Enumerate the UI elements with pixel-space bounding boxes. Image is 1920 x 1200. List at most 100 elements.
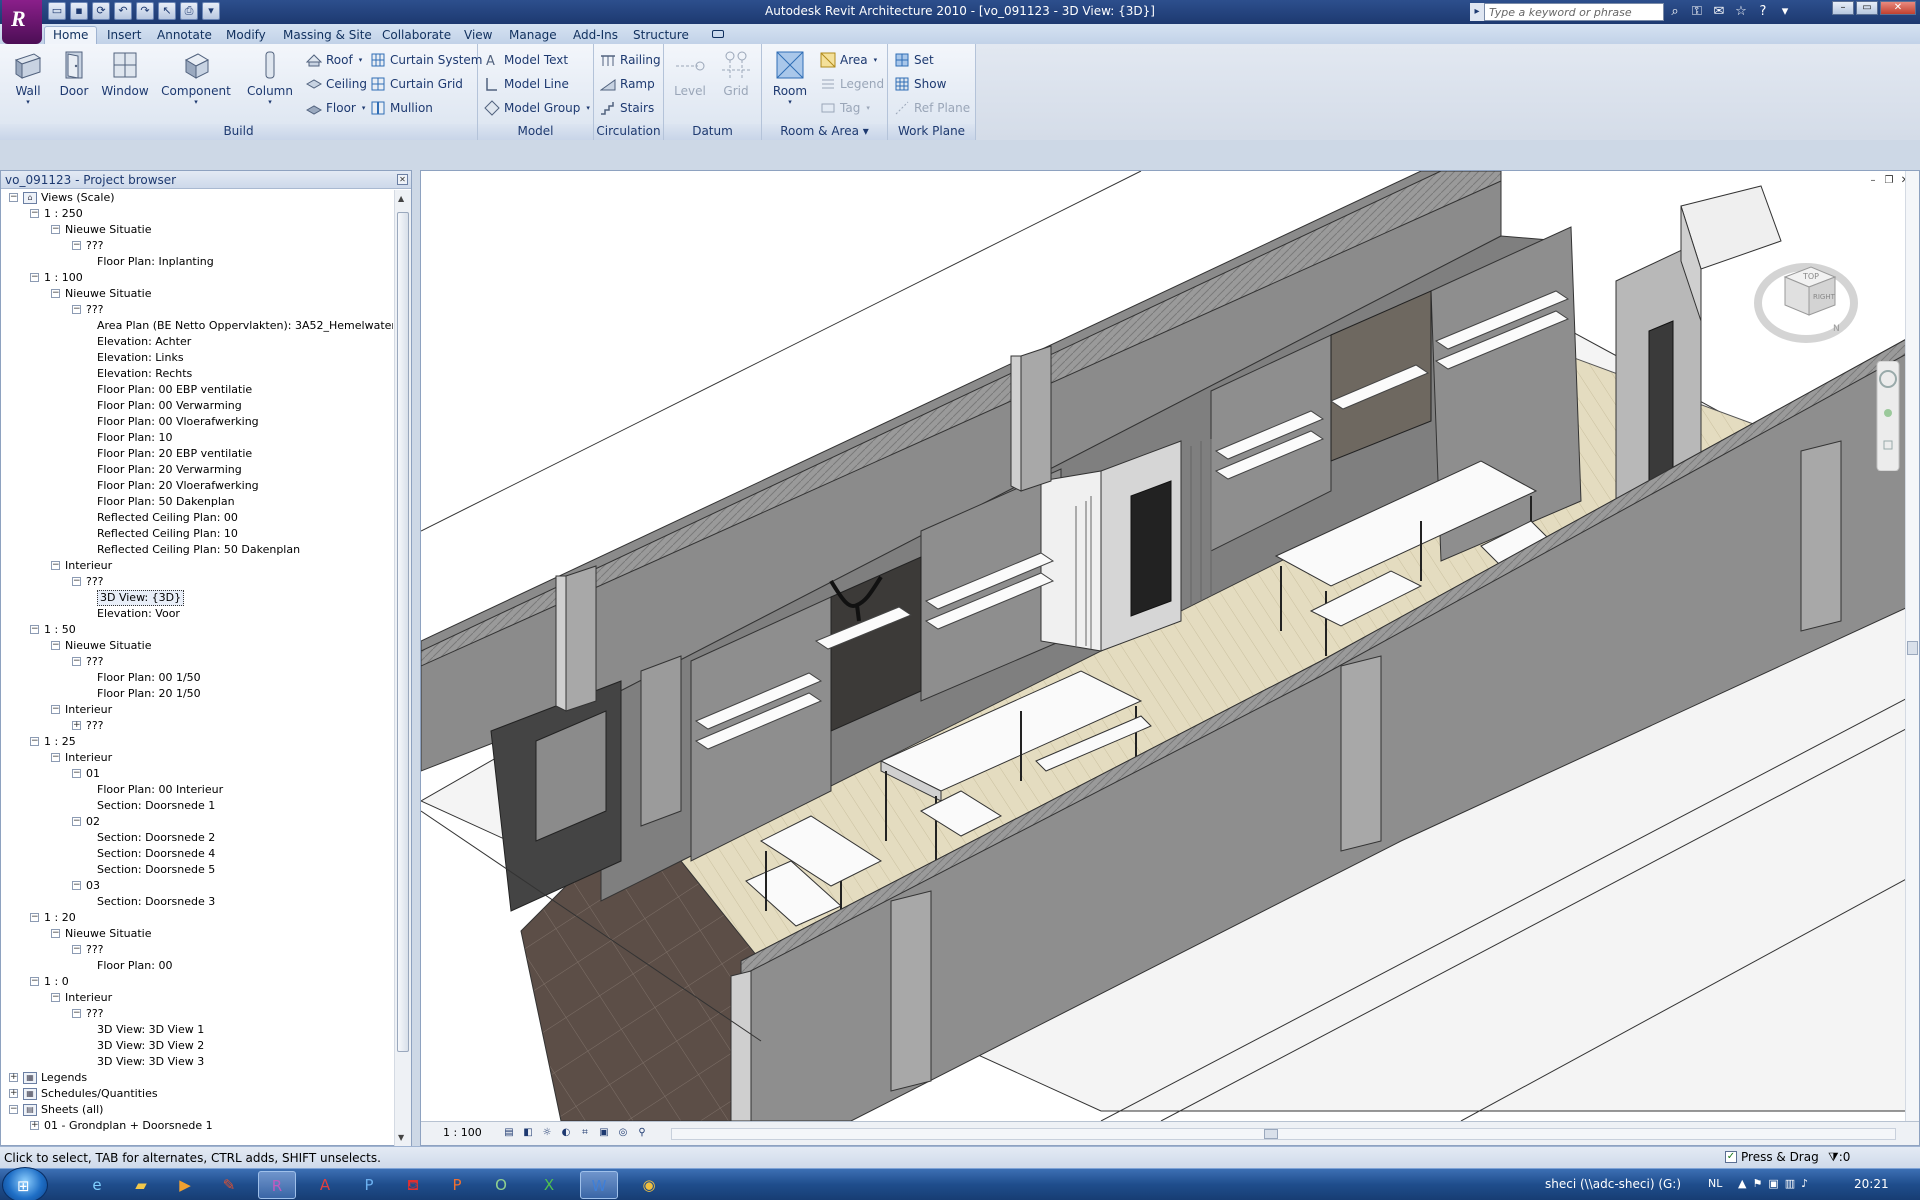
scrollbar-thumb[interactable] <box>1907 641 1918 655</box>
tab-manage[interactable]: Manage <box>509 26 557 44</box>
wall-button[interactable]: Wall ▾ <box>4 48 52 118</box>
browser-view-item[interactable]: Reflected Ceiling Plan: 10 <box>97 526 238 542</box>
help-icon[interactable]: ? <box>1754 3 1772 21</box>
browser-view-item[interactable]: Elevation: Achter <box>97 334 191 350</box>
browser-view-item[interactable]: Floor Plan: 20 EBP ventilatie <box>97 446 252 462</box>
expand-icon[interactable]: + <box>9 1089 18 1098</box>
browser-tree-node[interactable]: Interieur <box>65 558 112 574</box>
browser-view-item[interactable]: Elevation: Links <box>97 350 184 366</box>
tag-button[interactable]: Tag ▾ <box>820 98 870 118</box>
maximize-icon[interactable]: ▭ <box>1856 1 1878 15</box>
collapse-icon[interactable]: − <box>51 225 60 234</box>
security-icon[interactable]: ▣ <box>1768 1177 1778 1190</box>
area-button[interactable]: Area ▾ <box>820 50 877 70</box>
collapse-icon[interactable]: − <box>72 817 81 826</box>
expand-icon[interactable]: + <box>9 1073 18 1082</box>
tab-insert[interactable]: Insert <box>107 26 141 44</box>
browser-tree-node[interactable]: 01 - Grondplan + Doorsnede 1 <box>44 1118 213 1134</box>
browser-tree-node[interactable]: 02 <box>86 814 100 830</box>
model-text-button[interactable]: A Model Text <box>484 50 568 70</box>
browser-tree-node[interactable]: Nieuwe Situatie <box>65 926 152 942</box>
collapse-icon[interactable]: − <box>30 737 39 746</box>
model-line-button[interactable]: Model Line <box>484 74 569 94</box>
browser-view-item[interactable]: Elevation: Voor <box>97 606 180 622</box>
show-button[interactable]: Show <box>894 74 946 94</box>
binoculars-icon[interactable]: ⌕ <box>1666 3 1684 21</box>
detail-level-icon[interactable]: ▤ <box>501 1126 517 1140</box>
browser-view-item[interactable]: Floor Plan: 50 Dakenplan <box>97 494 235 510</box>
zoom-icon[interactable] <box>1884 409 1892 417</box>
collapse-icon[interactable]: − <box>72 881 81 890</box>
collapse-icon[interactable]: − <box>51 561 60 570</box>
grid-button[interactable]: Grid <box>712 48 760 118</box>
browser-tree-node[interactable]: 1 : 50 <box>44 622 76 638</box>
collapse-icon[interactable]: − <box>51 993 60 1002</box>
legend-button[interactable]: Legend <box>820 74 884 94</box>
collapse-icon[interactable]: − <box>72 241 81 250</box>
scroll-down-icon[interactable]: ▼ <box>398 1133 404 1142</box>
collapse-icon[interactable]: − <box>72 657 81 666</box>
window-button[interactable]: Window <box>100 48 150 118</box>
collapse-icon[interactable]: − <box>51 705 60 714</box>
browser-view-item[interactable]: Floor Plan: 00 1/50 <box>97 670 201 686</box>
browser-tree-node[interactable]: Interieur <box>65 990 112 1006</box>
collapse-icon[interactable]: − <box>72 305 81 314</box>
paint-icon[interactable]: ✎ <box>210 1171 248 1199</box>
door-button[interactable]: Door <box>50 48 98 118</box>
stairs-button[interactable]: Stairs <box>600 98 654 118</box>
crop-view-icon[interactable]: ⌗ <box>577 1126 593 1140</box>
media-player-icon[interactable]: ▶ <box>166 1171 204 1199</box>
browser-tree-node[interactable]: Legends <box>41 1070 87 1086</box>
browser-view-item[interactable]: Floor Plan: 00 Verwarming <box>97 398 242 414</box>
browser-view-item[interactable]: Section: Doorsnede 3 <box>97 894 215 910</box>
tab-annotate[interactable]: Annotate <box>157 26 212 44</box>
browser-view-item[interactable]: Floor Plan: Inplanting <box>97 254 214 270</box>
language-indicator[interactable]: NL <box>1708 1177 1722 1190</box>
scrollbar-thumb[interactable] <box>397 212 409 1052</box>
help-dropdown-icon[interactable]: ▾ <box>1776 3 1794 21</box>
browser-tree-node[interactable]: ??? <box>86 1006 104 1022</box>
roof-button[interactable]: Roof ▾ <box>305 50 362 70</box>
collapse-icon[interactable]: − <box>72 1009 81 1018</box>
pdf-icon[interactable]: ⛾ <box>394 1171 432 1199</box>
search-dropdown-icon[interactable]: ▸ <box>1470 3 1484 21</box>
browser-view-item[interactable]: Area Plan (BE Netto Oppervlakten): 3A52_… <box>97 318 393 334</box>
browser-tree-node[interactable]: 1 : 250 <box>44 206 83 222</box>
collapse-icon[interactable]: − <box>51 929 60 938</box>
level-button[interactable]: Level <box>666 48 714 118</box>
collapse-icon[interactable]: − <box>51 753 60 762</box>
tab-view[interactable]: View <box>464 26 492 44</box>
browser-view-item[interactable]: Elevation: Rechts <box>97 366 192 382</box>
minimize-ribbon-icon[interactable] <box>712 30 724 38</box>
view-vertical-scrollbar[interactable] <box>1905 171 1919 1121</box>
filter-selection[interactable]: ⧩:0 <box>1828 1150 1850 1165</box>
browser-view-item[interactable]: Floor Plan: 20 Verwarming <box>97 462 242 478</box>
show-hidden-icons-icon[interactable]: ▲ <box>1738 1177 1746 1190</box>
browser-view-item[interactable]: Floor Plan: 00 Interieur <box>97 782 223 798</box>
browser-tree-node[interactable]: ??? <box>86 302 104 318</box>
panel-splitter[interactable] <box>412 170 420 1146</box>
browser-view-item[interactable]: Reflected Ceiling Plan: 50 Dakenplan <box>97 542 300 558</box>
ramp-button[interactable]: Ramp <box>599 74 655 94</box>
browser-tree-node[interactable]: Interieur <box>65 702 112 718</box>
collapse-icon[interactable]: − <box>30 273 39 282</box>
show-crop-icon[interactable]: ▣ <box>596 1126 612 1140</box>
browser-tree-node[interactable]: Nieuwe Situatie <box>65 222 152 238</box>
browser-tree-node[interactable]: ??? <box>86 238 104 254</box>
collapse-icon[interactable]: − <box>30 913 39 922</box>
curtain-grid-button[interactable]: Curtain Grid <box>370 74 463 94</box>
network-drive-label[interactable]: sheci (\\adc-sheci) (G:) <box>1545 1177 1681 1191</box>
acrobat-icon[interactable]: A <box>306 1171 344 1199</box>
curtain-system-button[interactable]: Curtain System <box>370 50 482 70</box>
browser-view-item[interactable]: Section: Doorsnede 4 <box>97 846 215 862</box>
browser-view-item[interactable]: Floor Plan: 00 EBP ventilatie <box>97 382 252 398</box>
browser-tree-node[interactable]: Nieuwe Situatie <box>65 638 152 654</box>
browser-tree-node[interactable]: Nieuwe Situatie <box>65 286 152 302</box>
floor-button[interactable]: Floor ▾ <box>305 98 365 118</box>
room-button[interactable]: Room ▾ <box>766 48 814 118</box>
application-menu-button[interactable]: R <box>2 0 42 44</box>
ref-plane-button[interactable]: Ref Plane▾ <box>894 98 980 118</box>
collapse-icon[interactable]: − <box>72 769 81 778</box>
subscription-icon[interactable]: ✉ <box>1710 3 1728 21</box>
close-icon[interactable]: ✕ <box>1880 1 1916 15</box>
